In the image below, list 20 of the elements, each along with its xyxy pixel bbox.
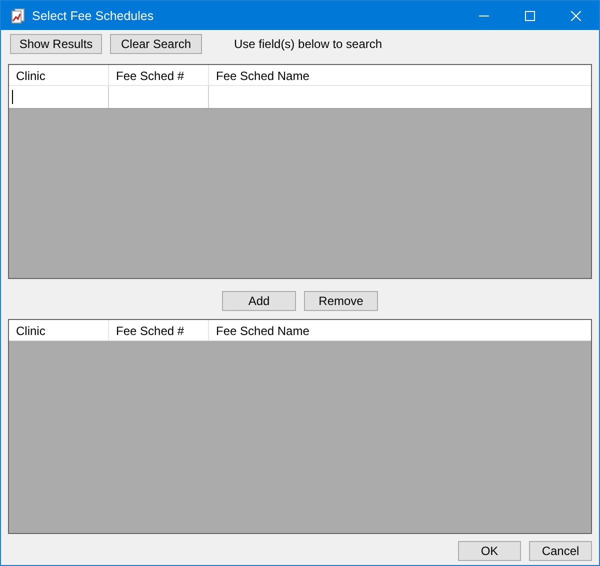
maximize-icon[interactable] bbox=[525, 10, 535, 20]
column-header[interactable]: Fee Sched # bbox=[109, 320, 209, 340]
filter-field[interactable] bbox=[9, 86, 109, 108]
window-title: Select Fee Schedules bbox=[32, 8, 155, 22]
filter-field[interactable] bbox=[209, 86, 591, 108]
dialog-button[interactable]: OK bbox=[458, 541, 521, 561]
column-header[interactable]: Fee Sched # bbox=[109, 65, 209, 85]
dialog-button[interactable]: Clear Search bbox=[110, 34, 202, 54]
column-header[interactable]: Clinic bbox=[9, 65, 109, 85]
filter-field[interactable] bbox=[109, 86, 209, 108]
dialog-button[interactable]: Cancel bbox=[529, 541, 592, 561]
app-icon bbox=[10, 8, 26, 24]
dialog-button[interactable]: Remove bbox=[304, 291, 378, 311]
column-header[interactable]: Fee Sched Name bbox=[209, 320, 591, 340]
dialog-button[interactable]: Show Results bbox=[10, 34, 102, 54]
search-hint: Use field(s) below to search bbox=[234, 37, 382, 51]
dialog-button[interactable]: Add bbox=[222, 291, 296, 311]
column-header[interactable]: Clinic bbox=[9, 320, 109, 340]
close-icon[interactable] bbox=[571, 10, 581, 20]
column-header[interactable]: Fee Sched Name bbox=[209, 65, 591, 85]
